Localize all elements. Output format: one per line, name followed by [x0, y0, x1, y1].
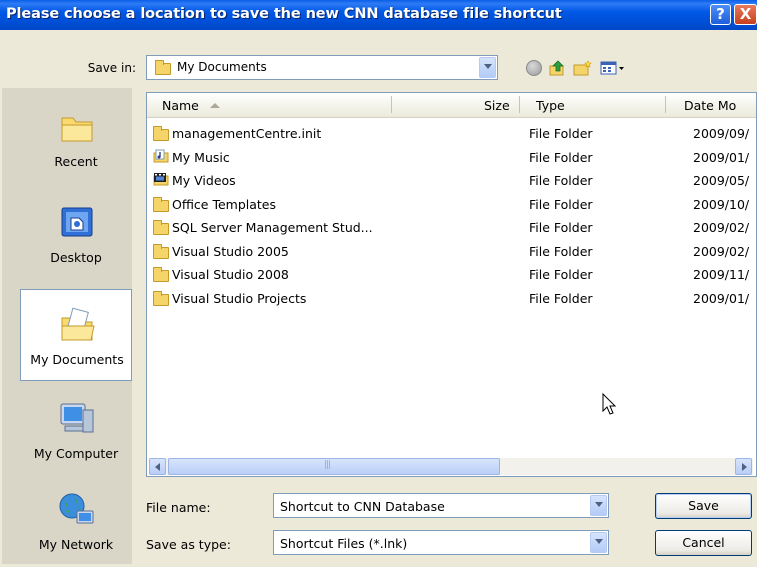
- file-date: 2009/02/: [693, 243, 750, 259]
- save-in-dropdown[interactable]: My Documents: [146, 55, 498, 80]
- column-divider[interactable]: [665, 96, 666, 113]
- file-date: 2009/05/: [693, 173, 750, 188]
- file-type: File Folder: [529, 267, 593, 282]
- folder-icon: [153, 267, 169, 282]
- mouse-pointer-icon: [602, 392, 618, 420]
- scrollbar-thumb[interactable]: [168, 458, 500, 475]
- file-name: My Videos: [172, 173, 236, 188]
- place-my-network[interactable]: My Network: [20, 475, 132, 567]
- list-item[interactable]: SQL Server Management Stud... File Folde…: [147, 215, 756, 239]
- file-name: Visual Studio 2008: [172, 267, 289, 282]
- up-folder-icon[interactable]: [549, 60, 567, 76]
- column-header-type[interactable]: Type: [536, 98, 565, 113]
- file-date: 2009/01/: [693, 149, 750, 165]
- file-name: My Music: [172, 149, 230, 165]
- file-date: 2009/09/: [693, 126, 750, 141]
- list-item[interactable]: My Videos File Folder 2009/05/: [147, 168, 756, 192]
- place-label: My Computer: [33, 446, 119, 461]
- file-name-label: File name:: [146, 500, 211, 515]
- file-name-value: Shortcut to CNN Database: [280, 499, 445, 514]
- file-list[interactable]: Name Size Type Date Mo managementCentre.…: [146, 92, 757, 477]
- file-date: 2009/10/: [693, 196, 750, 212]
- file-type: File Folder: [529, 126, 593, 141]
- place-recent[interactable]: Recent: [20, 92, 132, 184]
- chevron-down-icon[interactable]: [590, 495, 607, 516]
- file-type: File Folder: [529, 243, 593, 259]
- place-label: My Network: [38, 537, 114, 552]
- list-item[interactable]: Visual Studio 2008 File Folder 2009/11/: [147, 262, 756, 286]
- save-as-type-label: Save as type:: [146, 537, 231, 552]
- column-header-name[interactable]: Name: [162, 98, 199, 113]
- views-menu-icon[interactable]: [600, 60, 626, 76]
- desktop-icon: [57, 204, 97, 242]
- list-item[interactable]: Office Templates File Folder 2009/10/: [147, 192, 756, 216]
- file-date: 2009/01/: [693, 290, 750, 306]
- file-type: File Folder: [529, 173, 593, 188]
- file-type: File Folder: [529, 196, 593, 212]
- save-as-type-value: Shortcut Files (*.lnk): [280, 536, 408, 551]
- place-my-computer[interactable]: My Computer: [20, 384, 132, 476]
- help-button[interactable]: ?: [710, 4, 731, 25]
- column-header-size[interactable]: Size: [484, 98, 510, 113]
- file-name: Visual Studio Projects: [172, 290, 307, 306]
- file-rows: managementCentre.init File Folder 2009/0…: [147, 121, 756, 310]
- file-date: 2009/11/: [693, 267, 750, 282]
- place-label: Desktop: [50, 250, 102, 265]
- save-as-type-dropdown[interactable]: Shortcut Files (*.lnk): [273, 530, 609, 555]
- column-divider[interactable]: [519, 96, 520, 113]
- column-divider[interactable]: [391, 96, 392, 113]
- folder-icon: [153, 220, 169, 235]
- sort-ascending-icon: [210, 103, 220, 108]
- chevron-down-icon[interactable]: [590, 532, 607, 553]
- place-label: My Documents: [30, 352, 124, 367]
- place-desktop[interactable]: Desktop: [20, 188, 132, 280]
- file-name-input[interactable]: Shortcut to CNN Database: [273, 493, 609, 518]
- file-type: File Folder: [529, 290, 593, 306]
- new-folder-icon[interactable]: [573, 60, 592, 76]
- places-bar: Recent Desktop My Documents My Computer …: [2, 88, 132, 564]
- recent-folder-icon: [57, 108, 97, 146]
- save-in-value: My Documents: [177, 60, 267, 74]
- file-type: File Folder: [529, 220, 593, 235]
- file-name: managementCentre.init: [172, 126, 322, 141]
- file-list-header: Name Size Type Date Mo: [147, 93, 756, 118]
- dialog-title: Please choose a location to save the new…: [6, 6, 562, 22]
- folder-icon: [153, 290, 169, 306]
- place-my-documents[interactable]: My Documents: [20, 289, 132, 381]
- folder-icon: [153, 126, 169, 141]
- chevron-down-icon[interactable]: [479, 57, 496, 78]
- music-folder-icon: [153, 149, 169, 163]
- title-bar[interactable]: Please choose a location to save the new…: [0, 0, 757, 30]
- cancel-button[interactable]: Cancel: [655, 530, 752, 556]
- close-button[interactable]: X: [734, 4, 757, 25]
- folder-icon: [153, 243, 169, 259]
- scroll-left-icon[interactable]: [149, 458, 166, 475]
- list-item[interactable]: managementCentre.init File Folder 2009/0…: [147, 121, 756, 145]
- save-button[interactable]: Save: [655, 493, 752, 519]
- file-type: File Folder: [529, 149, 593, 165]
- folder-icon: [153, 196, 169, 212]
- video-folder-icon: [153, 172, 169, 186]
- file-date: 2009/02/: [693, 220, 750, 235]
- column-header-date-modified[interactable]: Date Mo: [684, 98, 736, 113]
- list-item[interactable]: My Music File Folder 2009/01/: [147, 145, 756, 169]
- my-network-icon: [57, 491, 97, 529]
- my-documents-icon: [58, 306, 98, 344]
- place-label: Recent: [54, 154, 98, 169]
- file-name: SQL Server Management Stud...: [172, 220, 373, 235]
- back-icon[interactable]: [526, 60, 544, 76]
- file-name: Visual Studio 2005: [172, 243, 289, 259]
- horizontal-scrollbar[interactable]: [149, 458, 753, 475]
- save-in-label: Save in:: [87, 61, 136, 75]
- my-documents-small-icon: [155, 60, 171, 75]
- list-item[interactable]: Visual Studio 2005 File Folder 2009/02/: [147, 239, 756, 263]
- my-computer-icon: [57, 400, 97, 438]
- list-item[interactable]: Visual Studio Projects File Folder 2009/…: [147, 286, 756, 310]
- file-name: Office Templates: [172, 196, 277, 212]
- scroll-right-icon[interactable]: [735, 458, 752, 475]
